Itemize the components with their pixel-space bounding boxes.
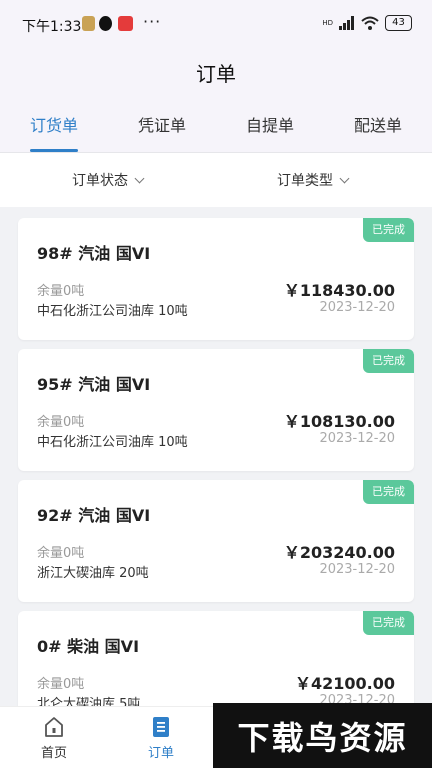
news-app-icon [118,16,133,31]
product-name: 92# 汽油 国VI [37,506,151,525]
nav-orders[interactable]: 订单 [121,715,201,761]
tab-delivery-order[interactable]: 配送单 [324,112,432,152]
tiktok-icon [99,16,112,31]
order-card[interactable]: 已完成 0# 柴油 国VI 余量0吨 北仑大碶油库 5吨 ￥42100.00 2… [18,611,414,707]
page-title: 订单 [196,62,236,86]
order-icon [153,717,169,737]
order-amount: ￥203240.00 [283,543,395,562]
top-header-area: 下午1:33 ··· HD 43 订单 订货单 凭证单 自提单 配送单 [0,0,432,153]
status-bar: 下午1:33 ··· HD 43 [0,0,432,48]
order-date: 2023-12-20 [319,562,395,577]
remaining-quantity: 余量0吨 [37,677,85,692]
product-name: 0# 柴油 国VI [37,637,140,656]
order-card[interactable]: 已完成 95# 汽油 国VI 余量0吨 中石化浙江公司油库 10吨 ￥10813… [18,349,414,471]
depot-info: 浙江大碶油库 20吨 [37,566,149,581]
tab-purchase-order[interactable]: 订货单 [0,112,108,152]
signal-icon [339,16,354,30]
remaining-quantity: 余量0吨 [37,415,85,430]
order-tabs: 订货单 凭证单 自提单 配送单 [0,112,432,152]
product-name: 95# 汽油 国VI [37,375,151,394]
watermark-logo: 下载鸟资源 [213,703,432,768]
order-amount: ￥118430.00 [283,281,395,300]
status-badge: 已完成 [363,218,414,242]
app-notification-icon [82,16,95,31]
nav-home[interactable]: 首页 [14,715,94,761]
home-icon [45,717,63,737]
chevron-down-icon [339,173,350,183]
status-badge: 已完成 [363,611,414,635]
order-amount: ￥108130.00 [283,412,395,431]
remaining-quantity: 余量0吨 [37,546,85,561]
order-date: 2023-12-20 [319,300,395,315]
depot-info: 中石化浙江公司油库 10吨 [37,435,188,450]
order-card[interactable]: 已完成 98# 汽油 国VI 余量0吨 中石化浙江公司油库 10吨 ￥11843… [18,218,414,340]
battery-indicator: 43 [385,15,412,31]
status-indicators: HD 43 [322,15,412,31]
status-time: 下午1:33 [22,19,82,35]
product-name: 98# 汽油 国VI [37,244,151,263]
order-list[interactable]: 已完成 98# 汽油 国VI 余量0吨 中石化浙江公司油库 10吨 ￥11843… [0,207,432,707]
chevron-down-icon [134,173,145,183]
status-badge: 已完成 [363,349,414,373]
wifi-icon [361,16,379,30]
order-amount: ￥42100.00 [294,674,395,693]
filter-order-type[interactable]: 订单类型 [277,153,350,207]
order-date: 2023-12-20 [319,431,395,446]
remaining-quantity: 余量0吨 [37,284,85,299]
status-badge: 已完成 [363,480,414,504]
filter-bar: 订单状态 订单类型 [0,153,432,207]
depot-info: 中石化浙江公司油库 10吨 [37,304,188,319]
more-notifications-icon: ··· [143,12,162,31]
hd-label: HD [322,19,333,27]
depot-info: 北仑大碶油库 5吨 [37,697,141,707]
filter-order-status[interactable]: 订单状态 [72,153,145,207]
tab-voucher-order[interactable]: 凭证单 [108,112,216,152]
order-card[interactable]: 已完成 92# 汽油 国VI 余量0吨 浙江大碶油库 20吨 ￥203240.0… [18,480,414,602]
tab-pickup-order[interactable]: 自提单 [216,112,324,152]
